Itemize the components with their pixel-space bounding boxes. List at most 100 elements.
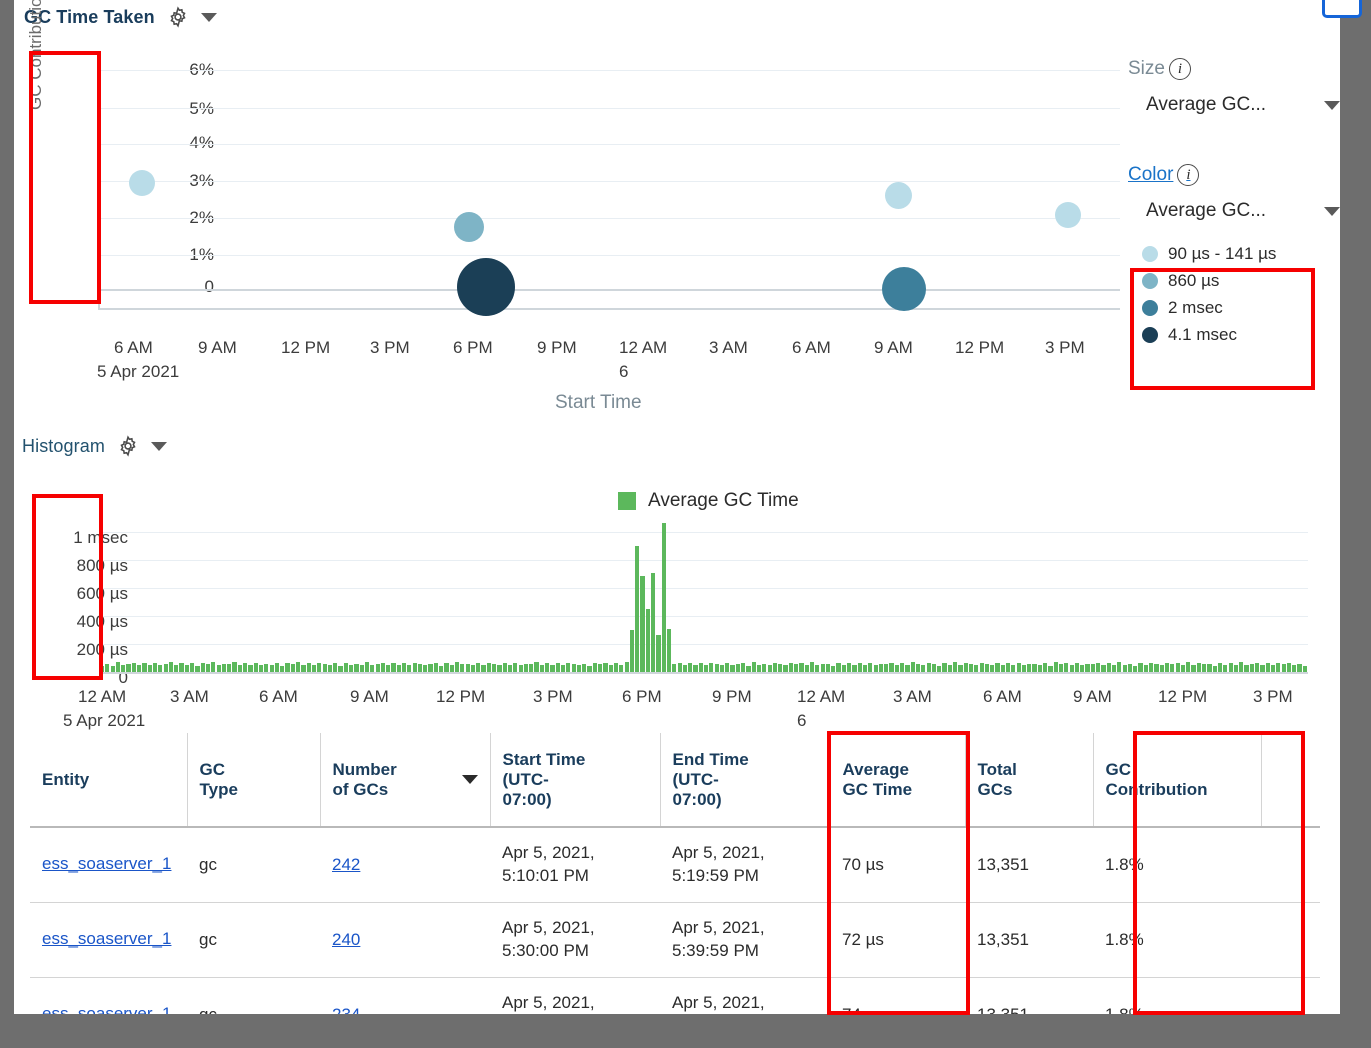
histogram-bar[interactable] xyxy=(386,665,391,672)
column-header-gc-type[interactable]: GC Type xyxy=(187,733,321,828)
info-icon[interactable]: i xyxy=(1177,164,1200,186)
histogram-bar[interactable] xyxy=(873,664,878,672)
histogram-bar[interactable] xyxy=(1016,663,1021,672)
histogram-bar[interactable] xyxy=(598,664,603,672)
histogram-bar[interactable] xyxy=(163,663,168,672)
histogram-bar[interactable] xyxy=(1048,665,1053,672)
histogram-bar[interactable] xyxy=(1191,665,1196,672)
histogram-bar[interactable] xyxy=(767,664,772,672)
histogram-bar[interactable] xyxy=(343,662,348,672)
histogram-bar[interactable] xyxy=(661,522,666,672)
histogram-bar[interactable] xyxy=(841,665,846,672)
histogram-bar[interactable] xyxy=(486,663,491,672)
histogram-bar[interactable] xyxy=(126,664,131,672)
column-header-gc-contribution[interactable]: GC Contribution xyxy=(1093,733,1262,828)
histogram-bar[interactable] xyxy=(937,665,942,672)
histogram-bar[interactable] xyxy=(205,664,211,672)
scatter-bubble[interactable] xyxy=(457,258,515,316)
histogram-bar[interactable] xyxy=(592,662,597,672)
histogram-bar[interactable] xyxy=(704,665,709,672)
histogram-bar[interactable] xyxy=(1286,662,1291,672)
histogram-bar[interactable] xyxy=(698,662,703,672)
histogram-bar[interactable] xyxy=(465,663,470,672)
histogram-bar[interactable] xyxy=(651,573,656,672)
chevron-down-icon[interactable] xyxy=(200,12,217,22)
histogram-bar[interactable] xyxy=(121,664,126,672)
histogram-bar[interactable] xyxy=(306,663,311,672)
histogram-bar[interactable] xyxy=(688,663,693,672)
histogram-bar[interactable] xyxy=(772,662,778,672)
histogram-bar[interactable] xyxy=(333,663,338,672)
histogram-bar[interactable] xyxy=(1154,664,1159,672)
histogram-bar[interactable] xyxy=(444,663,449,672)
histogram-bar[interactable] xyxy=(1143,664,1148,672)
histogram-bar[interactable] xyxy=(560,664,566,672)
histogram-bar[interactable] xyxy=(168,662,174,672)
histogram-bar[interactable] xyxy=(1021,665,1027,672)
histogram-bar[interactable] xyxy=(274,663,280,672)
color-control-label[interactable]: Color i xyxy=(1128,164,1340,186)
histogram-bar[interactable] xyxy=(608,665,613,672)
histogram-bar[interactable] xyxy=(672,664,677,672)
histogram-bar[interactable] xyxy=(402,662,407,672)
histogram-bar[interactable] xyxy=(809,662,815,672)
histogram-bar[interactable] xyxy=(730,664,735,672)
histogram-bar[interactable] xyxy=(131,663,136,672)
histogram-bar[interactable] xyxy=(926,662,931,672)
column-header-number-of-gcs[interactable]: Number of GCs xyxy=(320,733,491,828)
histogram-bar[interactable] xyxy=(375,664,380,672)
histogram-bar[interactable] xyxy=(815,664,820,672)
histogram-bar[interactable] xyxy=(311,664,317,672)
histogram-bar[interactable] xyxy=(953,662,958,672)
histogram-bar[interactable] xyxy=(115,661,121,672)
histogram-bar[interactable] xyxy=(852,664,857,672)
histogram-bar[interactable] xyxy=(1064,663,1069,672)
histogram-bar[interactable] xyxy=(746,665,751,672)
histogram-bar[interactable] xyxy=(454,662,460,672)
histogram-bar[interactable] xyxy=(227,664,232,672)
histogram-bar[interactable] xyxy=(1217,662,1223,672)
histogram-bar[interactable] xyxy=(1053,662,1058,672)
histogram-bar[interactable] xyxy=(211,662,216,672)
histogram-bar[interactable] xyxy=(195,665,200,672)
column-header-end-time[interactable]: End Time (UTC- 07:00) xyxy=(660,733,831,828)
histogram-bar[interactable] xyxy=(216,664,221,672)
histogram-bar[interactable] xyxy=(253,662,258,672)
histogram-bar[interactable] xyxy=(582,663,587,672)
histogram-bar[interactable] xyxy=(1302,665,1307,672)
histogram-bar[interactable] xyxy=(1186,662,1191,672)
histogram-bar[interactable] xyxy=(1122,664,1127,672)
histogram-bar[interactable] xyxy=(947,664,952,672)
histogram-bar[interactable] xyxy=(1043,663,1048,672)
histogram-bar[interactable] xyxy=(1032,664,1037,672)
histogram-bar[interactable] xyxy=(1249,664,1254,672)
histogram-bar[interactable] xyxy=(619,664,624,672)
histogram-bar[interactable] xyxy=(460,664,465,672)
histogram-bar[interactable] xyxy=(1127,663,1133,672)
color-metric-dropdown[interactable]: Average GC... xyxy=(1128,200,1340,222)
histogram-bar[interactable] xyxy=(1096,663,1101,672)
histogram-bar[interactable] xyxy=(735,663,740,672)
scatter-bubble[interactable] xyxy=(885,182,912,209)
histogram-bar[interactable] xyxy=(725,662,730,672)
histogram-bar[interactable] xyxy=(751,662,756,672)
histogram-bar[interactable] xyxy=(666,628,672,672)
histogram-bar[interactable] xyxy=(349,664,354,672)
scatter-bubble[interactable] xyxy=(129,170,155,196)
histogram-bar[interactable] xyxy=(1207,663,1212,672)
histogram-bar[interactable] xyxy=(1170,664,1175,672)
histogram-bar[interactable] xyxy=(868,662,873,672)
histogram-bar[interactable] xyxy=(380,663,385,672)
histogram-bar[interactable] xyxy=(190,662,195,672)
table-row[interactable]: ess_soaserver_1 gc 240 Apr 5, 2021, 5:30:00 … xyxy=(30,902,1320,978)
histogram-bar[interactable] xyxy=(105,663,110,672)
histogram-bar[interactable] xyxy=(645,609,650,672)
top-right-control-chip[interactable] xyxy=(1322,0,1362,18)
histogram-bar[interactable] xyxy=(492,664,497,672)
histogram-bar[interactable] xyxy=(1212,665,1217,672)
column-header-average-gc-time[interactable]: Average GC Time xyxy=(830,733,966,828)
histogram-bar[interactable] xyxy=(910,662,915,672)
histogram-bar[interactable] xyxy=(322,663,327,672)
histogram-bar[interactable] xyxy=(534,662,539,672)
histogram-bar[interactable] xyxy=(762,663,767,672)
